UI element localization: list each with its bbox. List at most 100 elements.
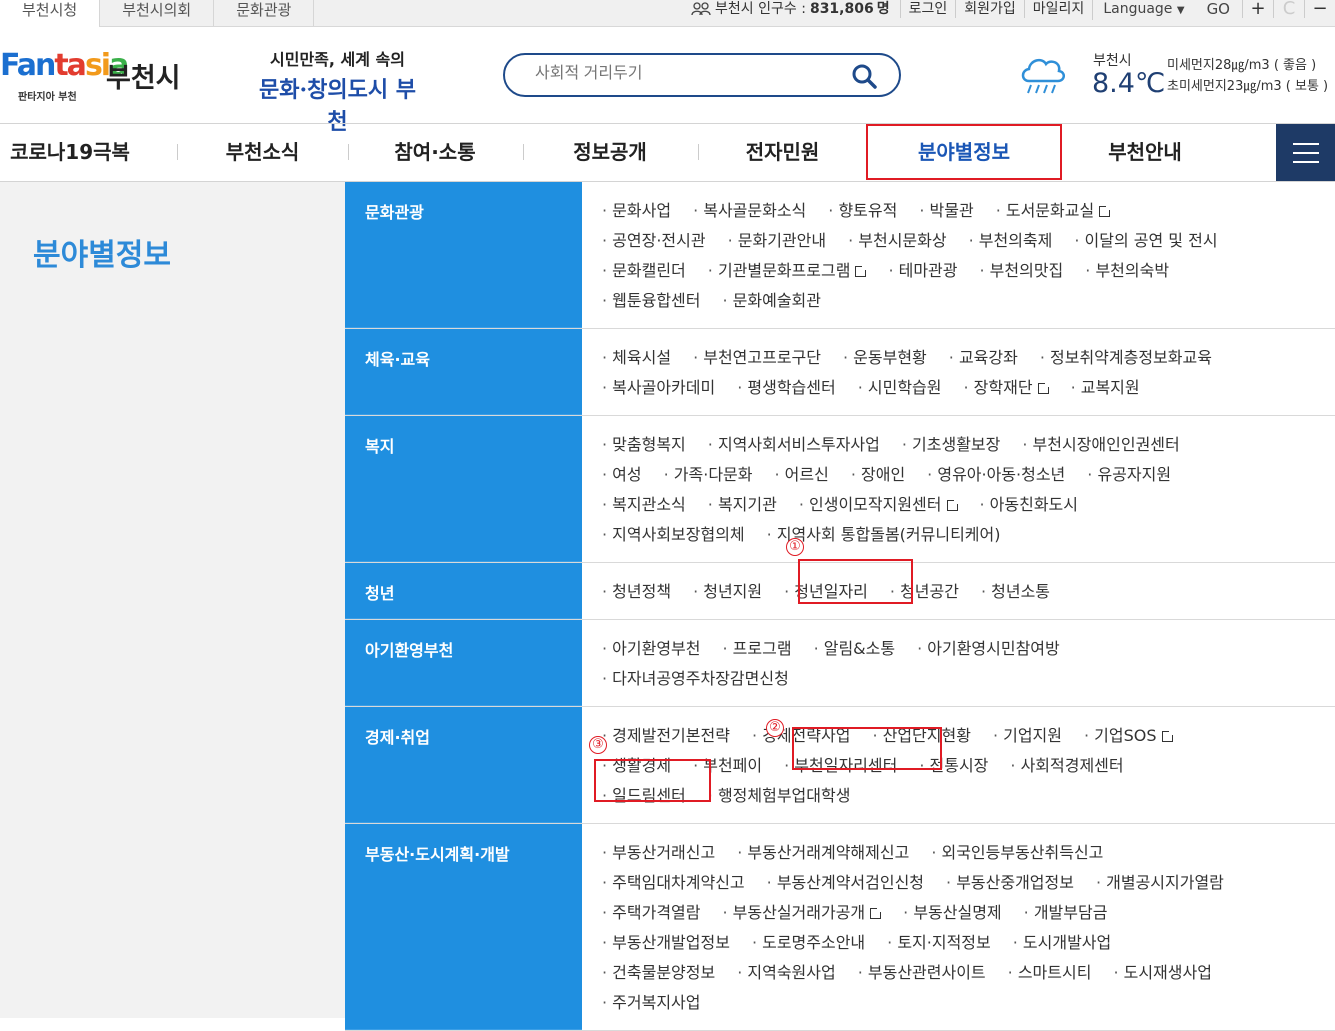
category-link[interactable]: 건축물분양정보 bbox=[602, 958, 715, 988]
category-link[interactable]: 교복지원 bbox=[1071, 373, 1140, 403]
nav-bucheon-guide[interactable]: 부천안내 bbox=[1070, 124, 1220, 181]
category-link[interactable]: 부천시문화상 bbox=[848, 226, 946, 256]
category-link[interactable]: 부동산실거래가공개 bbox=[723, 898, 883, 928]
category-link[interactable]: 도시재생사업 bbox=[1113, 958, 1212, 988]
category-link[interactable]: 지역숙원사업 bbox=[737, 958, 835, 988]
category-link[interactable]: 토지·지적정보 bbox=[887, 928, 990, 958]
category-link[interactable]: 복지관소식 bbox=[602, 490, 686, 520]
category-link[interactable]: 테마관광 bbox=[888, 256, 958, 286]
category-name[interactable]: 경제·취업 bbox=[345, 707, 582, 823]
category-link[interactable]: 알림&소통 bbox=[814, 634, 895, 664]
category-link[interactable]: 주택가격열람 bbox=[602, 898, 700, 928]
category-link[interactable]: 기업SOS bbox=[1084, 721, 1174, 751]
category-link[interactable]: 행정체험부업대학생 bbox=[708, 781, 850, 811]
category-link[interactable]: 장애인 bbox=[851, 460, 905, 490]
nav-bucheon-news[interactable]: 부천소식 bbox=[190, 124, 335, 181]
category-link[interactable]: 스마트시티 bbox=[1008, 958, 1092, 988]
category-link[interactable]: 문화캘린더 bbox=[602, 256, 686, 286]
category-link[interactable]: 지역사회보장협의체 bbox=[602, 520, 744, 550]
category-link[interactable]: 부천의축제 bbox=[969, 226, 1053, 256]
category-link[interactable]: 외국인등부동산취득신고 bbox=[931, 838, 1103, 868]
category-link[interactable]: 부동산중개업정보 bbox=[946, 868, 1074, 898]
category-link[interactable]: 시민학습원 bbox=[858, 373, 942, 403]
category-link[interactable]: 개발부담금 bbox=[1024, 898, 1108, 928]
zoom-in-button[interactable]: + bbox=[1242, 0, 1273, 18]
category-link[interactable]: 부천연고프로구단 bbox=[693, 343, 821, 373]
category-link[interactable]: 복사골문화소식 bbox=[693, 196, 806, 226]
go-button[interactable]: GO bbox=[1195, 0, 1242, 18]
category-link[interactable]: 개별공시지가열람 bbox=[1096, 868, 1224, 898]
category-link[interactable]: 웹툰융합센터 bbox=[602, 286, 700, 316]
category-name[interactable]: 체육·교육 bbox=[345, 329, 582, 415]
category-link[interactable]: 유공자지원 bbox=[1087, 460, 1171, 490]
category-link[interactable]: 부동산개발업정보 bbox=[602, 928, 730, 958]
category-link[interactable]: 부동산거래신고 bbox=[602, 838, 715, 868]
category-link[interactable]: 청년지원 bbox=[693, 577, 762, 607]
zoom-out-button[interactable]: − bbox=[1304, 0, 1335, 18]
category-link[interactable]: 도시개발사업 bbox=[1013, 928, 1111, 958]
category-link[interactable]: 문화기관안내 bbox=[728, 226, 826, 256]
category-link[interactable]: 청년정책 bbox=[602, 577, 671, 607]
category-link[interactable]: 청년소통 bbox=[981, 577, 1050, 607]
category-link[interactable]: 주거복지사업 bbox=[602, 988, 700, 1018]
category-link[interactable]: 운동부현황 bbox=[843, 343, 927, 373]
refresh-button[interactable]: C bbox=[1273, 0, 1304, 18]
category-link[interactable]: 부천의맛집 bbox=[980, 256, 1064, 286]
menu-button[interactable] bbox=[1276, 124, 1335, 181]
category-link[interactable]: 인생이모작지원센터 bbox=[799, 490, 959, 520]
category-link[interactable]: 박물관 bbox=[919, 196, 974, 226]
category-link[interactable]: 기초생활보장 bbox=[902, 430, 1000, 460]
category-link[interactable]: 주택임대차계약신고 bbox=[602, 868, 744, 898]
signup-link[interactable]: 회원가입 bbox=[955, 0, 1024, 18]
category-link[interactable]: 지역사회서비스투자사업 bbox=[708, 430, 880, 460]
category-link[interactable]: 문화예술회관 bbox=[723, 286, 821, 316]
category-name[interactable]: 청년 bbox=[345, 563, 582, 619]
category-name[interactable]: 복지 bbox=[345, 416, 582, 562]
site-logo[interactable]: Fantasia 부천시 판타지아 부천 bbox=[0, 48, 190, 104]
category-link[interactable]: 부동산계약서검인신청 bbox=[767, 868, 924, 898]
category-link[interactable]: 정보취약계층정보화교육 bbox=[1040, 343, 1212, 373]
category-link[interactable]: 문화사업 bbox=[602, 196, 671, 226]
category-link[interactable]: 프로그램 bbox=[723, 634, 792, 664]
login-link[interactable]: 로그인 bbox=[899, 0, 956, 18]
category-link[interactable]: 도서문화교실 bbox=[996, 196, 1112, 226]
category-link[interactable]: 아동친화도시 bbox=[980, 490, 1078, 520]
category-link[interactable]: 어르신 bbox=[774, 460, 829, 490]
nav-information[interactable]: 정보공개 bbox=[535, 124, 685, 181]
category-link[interactable]: 부천의숙박 bbox=[1085, 256, 1169, 286]
category-link[interactable]: 영유아·아동·청소년 bbox=[927, 460, 1065, 490]
category-link[interactable]: 장학재단 bbox=[964, 373, 1050, 403]
category-link[interactable]: 부천시장애인인권센터 bbox=[1022, 430, 1180, 460]
category-name[interactable]: 부동산·도시계획·개발 bbox=[345, 824, 582, 1030]
category-link[interactable]: 도로명주소안내 bbox=[752, 928, 865, 958]
category-link[interactable]: 부동산관련사이트 bbox=[858, 958, 986, 988]
tab-city-council[interactable]: 부천시의회 bbox=[100, 0, 215, 26]
category-link[interactable]: 평생학습센터 bbox=[737, 373, 835, 403]
category-link[interactable]: 부동산거래계약해제신고 bbox=[737, 838, 909, 868]
category-link[interactable]: 여성 bbox=[602, 460, 641, 490]
category-link[interactable]: 아기환영시민참여방 bbox=[917, 634, 1059, 664]
category-link[interactable]: 향토유적 bbox=[828, 196, 897, 226]
search-icon[interactable] bbox=[851, 63, 877, 89]
category-name[interactable]: 문화관광 bbox=[345, 182, 582, 328]
mileage-link[interactable]: 마일리지 bbox=[1023, 0, 1093, 18]
category-link[interactable]: 경제발전기본전략 bbox=[602, 721, 730, 751]
category-link[interactable]: 아기환영부천 bbox=[602, 634, 700, 664]
category-link[interactable]: 다자녀공영주차장감면신청 bbox=[602, 664, 789, 694]
category-link[interactable]: 가족·다문화 bbox=[664, 460, 753, 490]
tab-city-hall[interactable]: 부천시청 bbox=[0, 0, 101, 27]
language-select[interactable]: Language ▼ bbox=[1092, 0, 1194, 20]
category-link[interactable]: 이달의 공연 및 전시 bbox=[1074, 226, 1218, 256]
category-link[interactable]: 기업지원 bbox=[993, 721, 1062, 751]
category-link[interactable]: 부동산실명제 bbox=[903, 898, 1001, 928]
category-link[interactable]: 맞춤형복지 bbox=[602, 430, 686, 460]
nav-civil-service[interactable]: 전자민원 bbox=[710, 124, 855, 181]
nav-participation[interactable]: 참여·소통 bbox=[360, 124, 510, 181]
category-link[interactable]: 체육시설 bbox=[602, 343, 671, 373]
category-link[interactable]: 기관별문화프로그램 bbox=[708, 256, 868, 286]
category-link[interactable]: 복사골아카데미 bbox=[602, 373, 715, 403]
search-input[interactable] bbox=[533, 64, 837, 84]
category-name[interactable]: 아기환영부천 bbox=[345, 620, 582, 706]
category-link[interactable]: 공연장·전시관 bbox=[602, 226, 705, 256]
tab-culture-tourism[interactable]: 문화관광 bbox=[214, 0, 315, 26]
